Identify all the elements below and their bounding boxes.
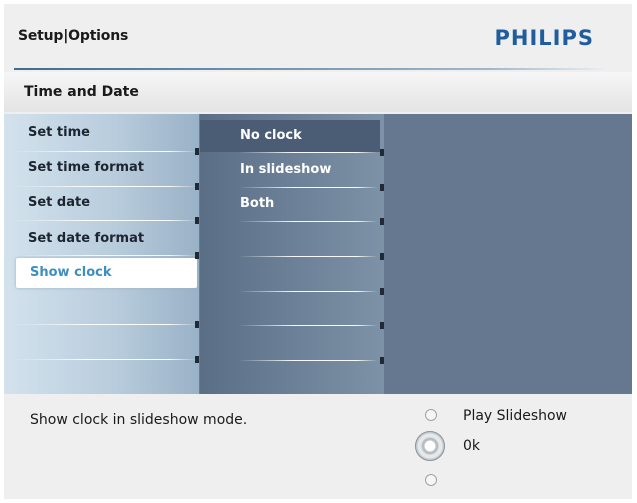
section-title: Time and Date (24, 84, 139, 100)
divider (238, 152, 378, 153)
menu-item-label: Set time (28, 125, 90, 140)
divider (238, 360, 378, 361)
footer: Show clock in slideshow mode. Play Slide… (4, 394, 632, 499)
header-divider (14, 68, 604, 70)
section-header: Time and Date (4, 72, 632, 112)
menu-item-label: Show clock (30, 265, 112, 280)
divider-notch (195, 356, 199, 363)
divider (238, 221, 378, 222)
option-both[interactable]: Both (200, 188, 380, 220)
divider (12, 186, 197, 187)
header: Setup|Options PHILIPS (4, 4, 632, 66)
divider-notch (195, 321, 199, 328)
option-no-clock[interactable]: No clock (200, 120, 380, 152)
nav-down-icon[interactable] (425, 474, 437, 486)
page-title: Setup|Options (18, 28, 129, 44)
divider (12, 151, 197, 152)
menu-item-label: Set time format (28, 160, 145, 175)
ok-button-icon[interactable] (415, 431, 445, 461)
divider (238, 256, 378, 257)
menu-item-label: Set date format (28, 231, 145, 246)
menu-item-label: Set date (28, 195, 91, 210)
option-label: In slideshow (240, 162, 332, 177)
menu-item-set-date-format[interactable]: Set date format (14, 224, 197, 254)
brand-logo: PHILIPS (494, 26, 594, 50)
divider (12, 359, 197, 360)
menu-item-set-time[interactable]: Set time (14, 118, 197, 148)
divider-notch (195, 183, 199, 190)
nav-up-icon[interactable] (425, 409, 437, 421)
divider-notch (195, 217, 199, 224)
ok-label: 0k (463, 438, 481, 454)
divider-notch (195, 148, 199, 155)
option-label: Both (240, 196, 275, 211)
settings-menu: Set time Set time format Set date Set da… (4, 114, 199, 394)
divider-notch (195, 252, 199, 259)
empty-submenu-panel (384, 114, 632, 394)
option-in-slideshow[interactable]: In slideshow (200, 154, 380, 186)
play-slideshow-label: Play Slideshow (463, 408, 567, 424)
screen: Setup|Options PHILIPS Time and Date Set … (4, 4, 632, 499)
menu-item-set-date[interactable]: Set date (14, 188, 197, 218)
menu-item-set-time-format[interactable]: Set time format (14, 153, 197, 183)
option-label: No clock (240, 128, 302, 143)
help-text: Show clock in slideshow mode. (30, 412, 248, 428)
divider (12, 255, 197, 256)
menu-item-show-clock[interactable]: Show clock (16, 258, 197, 288)
divider (12, 220, 197, 221)
menu-area: Set time Set time format Set date Set da… (4, 114, 632, 394)
divider (238, 325, 378, 326)
divider (238, 291, 378, 292)
divider (12, 324, 197, 325)
options-menu: No clock In slideshow Both (200, 114, 384, 394)
